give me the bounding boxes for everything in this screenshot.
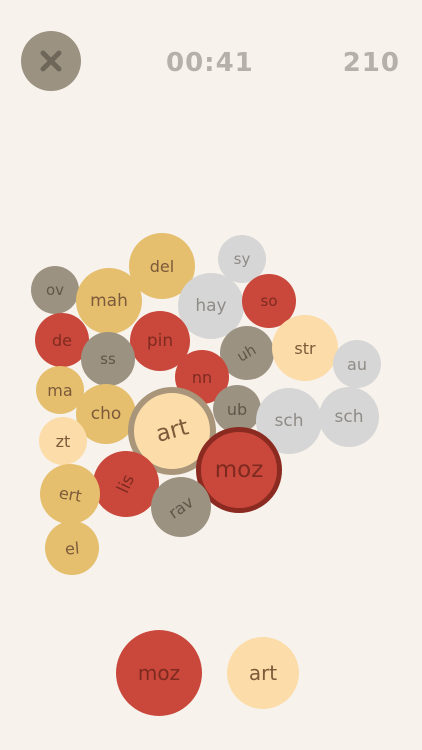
letter-bubble[interactable]: au	[333, 340, 381, 388]
bubble-label: el	[64, 537, 80, 559]
bubble-label: moz	[214, 457, 264, 483]
letter-bubble[interactable]: lis	[93, 451, 159, 517]
bubble-label: au	[347, 354, 367, 374]
bubble-label: mah	[90, 291, 128, 311]
letter-bubble[interactable]: str	[272, 315, 338, 381]
bubble-label: sy	[233, 250, 251, 268]
bubble-label: uh	[234, 340, 260, 366]
bubble-label: sch	[334, 407, 364, 427]
letter-bubble[interactable]: el	[45, 521, 99, 575]
letter-bubble[interactable]: zt	[39, 417, 87, 465]
tray-bubble[interactable]: art	[227, 637, 299, 709]
bubble-label: cho	[90, 404, 122, 424]
bubble-label: pin	[146, 331, 174, 351]
letter-bubble[interactable]: rav	[151, 477, 211, 537]
bubble-label: str	[294, 338, 316, 358]
bubble-label: del	[149, 256, 175, 276]
bubble-label: ub	[226, 399, 248, 419]
bubble-label: zt	[55, 431, 71, 451]
letter-bubble[interactable]: ss	[81, 332, 135, 386]
bubble-label: ma	[47, 380, 73, 400]
bubble-label: ert	[57, 482, 83, 506]
letter-bubble[interactable]: sch	[319, 387, 379, 447]
word-tray: moz art	[0, 620, 422, 730]
bubble-label: de	[52, 330, 72, 350]
tray-bubble[interactable]: moz	[116, 630, 202, 716]
bubble-label: ss	[100, 350, 116, 368]
bubble-label: rav	[164, 491, 198, 523]
bubble-label: sch	[274, 411, 304, 431]
bubble-label: ov	[45, 281, 65, 299]
letter-bubble[interactable]: ert	[40, 464, 100, 524]
letter-bubble[interactable]: mah	[76, 268, 142, 334]
tray-bubble-label: art	[248, 661, 278, 685]
tray-bubble-label: moz	[137, 661, 181, 685]
game-board: ov del sy mah hay so de pin ss uh str au ma nn cho ub sc…	[0, 0, 422, 600]
letter-bubble[interactable]: ov	[31, 266, 79, 314]
bubble-label: so	[260, 292, 278, 310]
bubble-label: nn	[191, 367, 213, 387]
letter-bubble[interactable]: ub	[213, 385, 261, 433]
bubble-label: lis	[113, 471, 139, 497]
bubble-label: hay	[195, 296, 227, 316]
bubble-label: art	[152, 414, 192, 448]
